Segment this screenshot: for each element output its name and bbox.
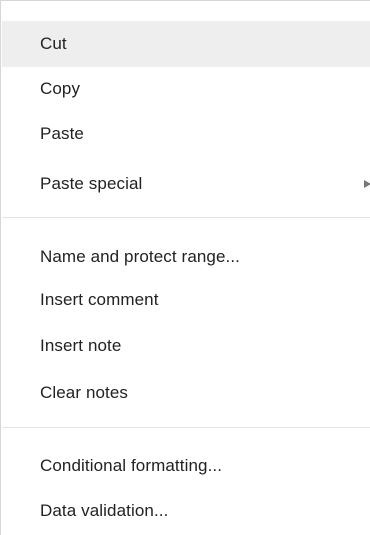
menu-item-label: Insert comment (40, 290, 159, 309)
menu-item-paste-special[interactable]: Paste special (2, 161, 370, 207)
menu-item-insert-note[interactable]: Insert note (2, 323, 370, 369)
menu-item-cut[interactable]: Cut (2, 21, 370, 67)
menu-item-label: Name and protect range... (40, 247, 241, 266)
menu-separator (2, 427, 370, 428)
menu-item-label: Data validation... (40, 501, 169, 520)
menu-item-conditional-formatting[interactable]: Conditional formatting... (2, 443, 370, 489)
menu-item-name-and-protect-range[interactable]: Name and protect range... (2, 234, 370, 280)
menu-item-data-validation[interactable]: Data validation... (2, 488, 370, 534)
menu-item-copy[interactable]: Copy (2, 66, 370, 112)
context-menu: Cut Copy Paste Paste special Name and pr… (0, 0, 370, 535)
menu-item-label: Cut (40, 34, 67, 53)
menu-item-label: Copy (40, 79, 81, 98)
menu-item-clear-notes[interactable]: Clear notes (2, 370, 370, 416)
menu-separator (2, 217, 370, 218)
submenu-arrow-icon (364, 180, 370, 188)
menu-item-paste[interactable]: Paste (2, 111, 370, 157)
menu-item-insert-comment[interactable]: Insert comment (2, 277, 370, 323)
menu-item-label: Paste special (40, 174, 143, 193)
menu-item-label: Conditional formatting... (40, 456, 223, 475)
menu-item-label: Clear notes (40, 383, 129, 402)
menu-item-label: Paste (40, 124, 84, 143)
menu-item-label: Insert note (40, 336, 122, 355)
